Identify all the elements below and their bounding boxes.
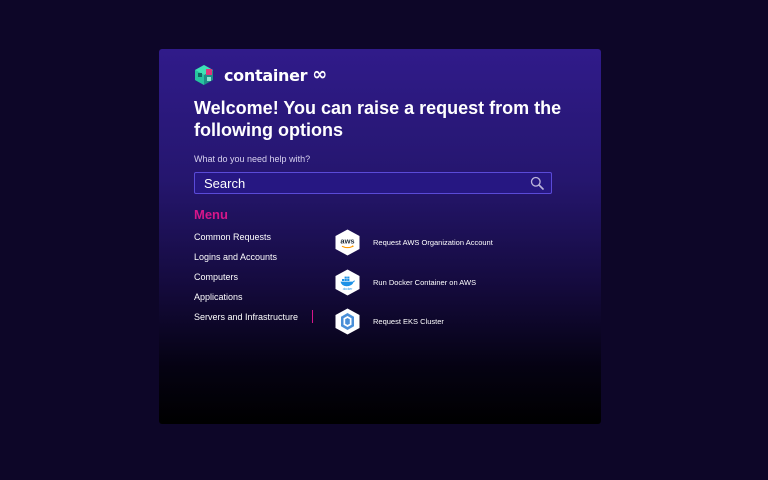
option-run-docker-container-on-aws[interactable]: docker Run Docker Container on AWS bbox=[335, 269, 493, 296]
eks-icon bbox=[335, 308, 360, 335]
option-label: Request EKS Cluster bbox=[373, 317, 444, 326]
option-request-aws-organization-account[interactable]: aws Request AWS Organization Account bbox=[335, 229, 493, 256]
option-label: Run Docker Container on AWS bbox=[373, 277, 477, 287]
request-options: aws Request AWS Organization Account doc… bbox=[335, 229, 493, 348]
docker-icon: docker bbox=[335, 269, 360, 295]
cube-logo-icon bbox=[195, 65, 213, 85]
menu-item-servers-and-infrastructure[interactable]: Servers and Infrastructure bbox=[194, 310, 314, 330]
search-label: What do you need help with? bbox=[194, 154, 311, 164]
page-title: Welcome! You can raise a request from th… bbox=[194, 98, 562, 140]
aws-icon-text: aws bbox=[340, 237, 354, 246]
search-box[interactable] bbox=[194, 172, 552, 194]
brand-logo: container ∞ bbox=[193, 64, 327, 86]
request-portal-panel: container ∞ Welcome! You can raise a req… bbox=[159, 49, 601, 424]
option-request-eks-cluster[interactable]: Request EKS Cluster bbox=[335, 308, 493, 335]
menu-title: Menu bbox=[194, 207, 228, 222]
menu-item-common-requests[interactable]: Common Requests bbox=[194, 230, 298, 250]
menu-list: Common Requests Logins and Accounts Comp… bbox=[194, 230, 314, 330]
aws-icon: aws bbox=[335, 229, 360, 256]
infinity-icon: ∞ bbox=[312, 64, 328, 85]
search-input[interactable] bbox=[195, 173, 524, 193]
menu-item-logins-and-accounts[interactable]: Logins and Accounts bbox=[194, 250, 298, 270]
menu-item-applications[interactable]: Applications bbox=[194, 290, 298, 310]
brand-name: container bbox=[224, 65, 308, 85]
docker-icon-text: docker bbox=[343, 287, 354, 291]
menu-item-computers[interactable]: Computers bbox=[194, 270, 298, 290]
option-label: Request AWS Organization Account bbox=[373, 238, 493, 247]
search-icon[interactable] bbox=[530, 176, 544, 190]
